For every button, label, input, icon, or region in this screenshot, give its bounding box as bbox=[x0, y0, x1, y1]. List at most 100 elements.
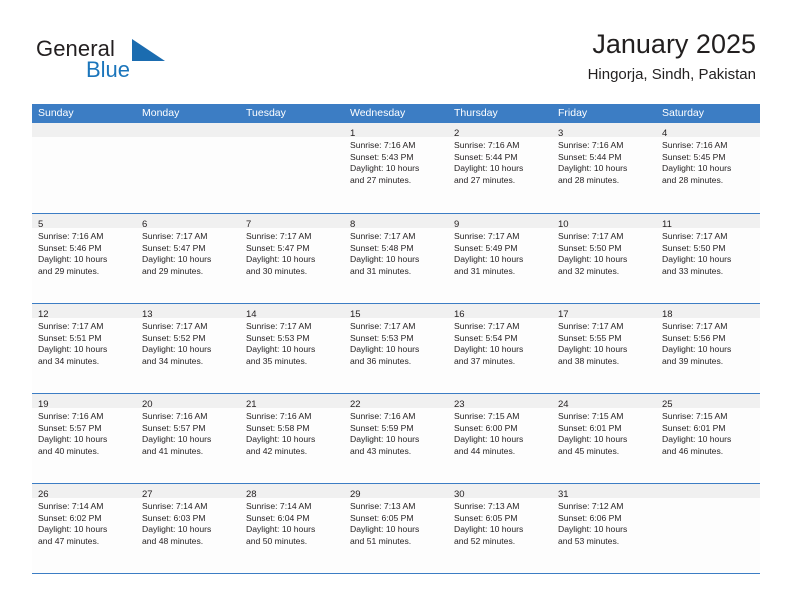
day-cell[interactable]: 20 Sunrise: 7:16 AM Sunset: 5:57 PM Dayligh… bbox=[136, 394, 240, 483]
daylight-text-line1: Daylight: 10 hours bbox=[142, 524, 212, 535]
day-info: Sunrise: 7:17 AM Sunset: 5:49 PM Daylight:… bbox=[448, 228, 552, 277]
day-cell[interactable]: 28 Sunrise: 7:14 AM Sunset: 6:04 PM Dayligh… bbox=[240, 484, 344, 573]
day-cell[interactable]: 24 Sunrise: 7:15 AM Sunset: 6:01 PM Dayligh… bbox=[552, 394, 656, 483]
day-info: Sunrise: 7:17 AM Sunset: 5:50 PM Daylight:… bbox=[552, 228, 656, 277]
sunrise-text: Sunrise: 7:17 AM bbox=[454, 321, 520, 331]
day-number-band: 19 bbox=[32, 394, 136, 410]
day-cell[interactable]: 15 Sunrise: 7:17 AM Sunset: 5:53 PM Dayligh… bbox=[344, 304, 448, 393]
daylight-text-line2: and 52 minutes. bbox=[454, 535, 516, 546]
day-cell[interactable]: 7 Sunrise: 7:17 AM Sunset: 5:47 PM Daylight… bbox=[240, 214, 344, 303]
daylight-text-line2: and 45 minutes. bbox=[558, 445, 620, 456]
daylight-text-line2: and 53 minutes. bbox=[558, 535, 620, 546]
day-cell[interactable]: 26 Sunrise: 7:14 AM Sunset: 6:02 PM Dayligh… bbox=[32, 484, 136, 573]
day-number-band: 20 bbox=[136, 394, 240, 410]
day-number-band: 17 bbox=[552, 304, 656, 320]
sunset-text: Sunset: 5:58 PM bbox=[246, 422, 310, 433]
daylight-text-line1: Daylight: 10 hours bbox=[454, 434, 524, 445]
day-cell[interactable]: 14 Sunrise: 7:17 AM Sunset: 5:53 PM Dayligh… bbox=[240, 304, 344, 393]
day-cell[interactable]: 16 Sunrise: 7:17 AM Sunset: 5:54 PM Dayligh… bbox=[448, 304, 552, 393]
day-number: 30 bbox=[454, 489, 465, 500]
day-number: 27 bbox=[142, 489, 153, 500]
day-number: 26 bbox=[38, 489, 49, 500]
sunrise-text: Sunrise: 7:16 AM bbox=[142, 411, 208, 421]
daylight-text-line2: and 31 minutes. bbox=[454, 265, 516, 276]
daylight-text-line2: and 42 minutes. bbox=[246, 445, 308, 456]
daylight-text-line2: and 37 minutes. bbox=[454, 355, 516, 366]
daylight-text-line1: Daylight: 10 hours bbox=[558, 163, 628, 174]
day-cell[interactable]: 2 Sunrise: 7:16 AM Sunset: 5:44 PM Daylight… bbox=[448, 123, 552, 213]
daylight-text-line2: and 27 minutes. bbox=[454, 174, 516, 185]
day-cell[interactable]: 25 Sunrise: 7:15 AM Sunset: 6:01 PM Dayligh… bbox=[656, 394, 760, 483]
daylight-text-line2: and 34 minutes. bbox=[142, 355, 204, 366]
day-number-band: 15 bbox=[344, 304, 448, 320]
daylight-text-line2: and 28 minutes. bbox=[662, 174, 724, 185]
daylight-text-line2: and 47 minutes. bbox=[38, 535, 100, 546]
daylight-text-line1: Daylight: 10 hours bbox=[454, 524, 524, 535]
day-cell[interactable]: 11 Sunrise: 7:17 AM Sunset: 5:50 PM Dayligh… bbox=[656, 214, 760, 303]
daylight-text-line2: and 40 minutes. bbox=[38, 445, 100, 456]
day-cell[interactable]: 5 Sunrise: 7:16 AM Sunset: 5:46 PM Daylight… bbox=[32, 214, 136, 303]
daylight-text-line1: Daylight: 10 hours bbox=[454, 344, 524, 355]
day-cell[interactable]: 30 Sunrise: 7:13 AM Sunset: 6:05 PM Dayligh… bbox=[448, 484, 552, 573]
day-number-band: 9 bbox=[448, 214, 552, 230]
day-cell[interactable]: 3 Sunrise: 7:16 AM Sunset: 5:44 PM Daylight… bbox=[552, 123, 656, 213]
day-cell[interactable]: 8 Sunrise: 7:17 AM Sunset: 5:48 PM Daylight… bbox=[344, 214, 448, 303]
day-info: Sunrise: 7:16 AM Sunset: 5:59 PM Daylight:… bbox=[344, 408, 448, 457]
sunrise-text: Sunrise: 7:13 AM bbox=[350, 501, 416, 511]
day-number-band: 30 bbox=[448, 484, 552, 500]
day-cell[interactable]: 21 Sunrise: 7:16 AM Sunset: 5:58 PM Dayligh… bbox=[240, 394, 344, 483]
day-info: Sunrise: 7:14 AM Sunset: 6:02 PM Daylight:… bbox=[32, 498, 136, 547]
day-number-band: 23 bbox=[448, 394, 552, 410]
day-number: 29 bbox=[350, 489, 361, 500]
day-info: Sunrise: 7:17 AM Sunset: 5:50 PM Daylight:… bbox=[656, 228, 760, 277]
day-cell[interactable]: 22 Sunrise: 7:16 AM Sunset: 5:59 PM Dayligh… bbox=[344, 394, 448, 483]
day-number-band: 22 bbox=[344, 394, 448, 410]
sunset-text: Sunset: 5:47 PM bbox=[142, 242, 206, 253]
sunset-text: Sunset: 6:02 PM bbox=[38, 512, 102, 523]
daylight-text-line2: and 36 minutes. bbox=[350, 355, 412, 366]
day-cell[interactable]: 31 Sunrise: 7:12 AM Sunset: 6:06 PM Dayligh… bbox=[552, 484, 656, 573]
day-number-band: 21 bbox=[240, 394, 344, 410]
daylight-text-line1: Daylight: 10 hours bbox=[558, 434, 628, 445]
day-cell[interactable]: 12 Sunrise: 7:17 AM Sunset: 5:51 PM Dayligh… bbox=[32, 304, 136, 393]
day-cell[interactable]: 6 Sunrise: 7:17 AM Sunset: 5:47 PM Daylight… bbox=[136, 214, 240, 303]
daylight-text-line2: and 35 minutes. bbox=[246, 355, 308, 366]
day-info: Sunrise: 7:17 AM Sunset: 5:54 PM Daylight:… bbox=[448, 318, 552, 367]
sunrise-text: Sunrise: 7:17 AM bbox=[350, 231, 416, 241]
day-number-band: 8 bbox=[344, 214, 448, 230]
day-cell[interactable]: 9 Sunrise: 7:17 AM Sunset: 5:49 PM Daylight… bbox=[448, 214, 552, 303]
day-cell[interactable]: 13 Sunrise: 7:17 AM Sunset: 5:52 PM Dayligh… bbox=[136, 304, 240, 393]
day-cell[interactable]: 18 Sunrise: 7:17 AM Sunset: 5:56 PM Dayligh… bbox=[656, 304, 760, 393]
day-cell[interactable]: 10 Sunrise: 7:17 AM Sunset: 5:50 PM Dayligh… bbox=[552, 214, 656, 303]
day-number-band: 1 bbox=[344, 123, 448, 139]
day-cell[interactable]: 1 Sunrise: 7:16 AM Sunset: 5:43 PM Daylight… bbox=[344, 123, 448, 213]
day-number: 18 bbox=[662, 309, 673, 320]
day-info: Sunrise: 7:17 AM Sunset: 5:47 PM Daylight:… bbox=[136, 228, 240, 277]
daylight-text-line1: Daylight: 10 hours bbox=[38, 434, 108, 445]
general-blue-logo[interactable]: General Blue bbox=[36, 36, 256, 88]
calendar-weeks: 1 Sunrise: 7:16 AM Sunset: 5:43 PM Daylight… bbox=[32, 123, 760, 573]
day-info: Sunrise: 7:16 AM Sunset: 5:57 PM Daylight:… bbox=[32, 408, 136, 457]
sunrise-text: Sunrise: 7:16 AM bbox=[38, 231, 104, 241]
week-row: 12 Sunrise: 7:17 AM Sunset: 5:51 PM Dayligh… bbox=[32, 303, 760, 393]
calendar-grid: Sunday Monday Tuesday Wednesday Thursday Frid… bbox=[32, 104, 760, 574]
day-cell[interactable]: 17 Sunrise: 7:17 AM Sunset: 5:55 PM Dayligh… bbox=[552, 304, 656, 393]
day-number: 13 bbox=[142, 309, 153, 320]
daylight-text-line1: Daylight: 10 hours bbox=[662, 434, 732, 445]
daylight-text-line1: Daylight: 10 hours bbox=[454, 163, 524, 174]
daylight-text-line2: and 50 minutes. bbox=[246, 535, 308, 546]
day-info: Sunrise: 7:16 AM Sunset: 5:43 PM Daylight:… bbox=[344, 137, 448, 186]
sunset-text: Sunset: 5:53 PM bbox=[350, 332, 414, 343]
daylight-text-line2: and 51 minutes. bbox=[350, 535, 412, 546]
day-number: 17 bbox=[558, 309, 569, 320]
day-cell[interactable]: 27 Sunrise: 7:14 AM Sunset: 6:03 PM Dayligh… bbox=[136, 484, 240, 573]
daylight-text-line2: and 31 minutes. bbox=[350, 265, 412, 276]
daylight-text-line1: Daylight: 10 hours bbox=[350, 434, 420, 445]
day-number: 19 bbox=[38, 399, 49, 410]
day-cell[interactable]: 29 Sunrise: 7:13 AM Sunset: 6:05 PM Dayligh… bbox=[344, 484, 448, 573]
day-cell[interactable]: 4 Sunrise: 7:16 AM Sunset: 5:45 PM Daylight… bbox=[656, 123, 760, 213]
day-cell[interactable]: 23 Sunrise: 7:15 AM Sunset: 6:00 PM Dayligh… bbox=[448, 394, 552, 483]
day-number: 9 bbox=[454, 219, 460, 230]
day-cell[interactable]: 19 Sunrise: 7:16 AM Sunset: 5:57 PM Dayligh… bbox=[32, 394, 136, 483]
daylight-text-line1: Daylight: 10 hours bbox=[662, 163, 732, 174]
